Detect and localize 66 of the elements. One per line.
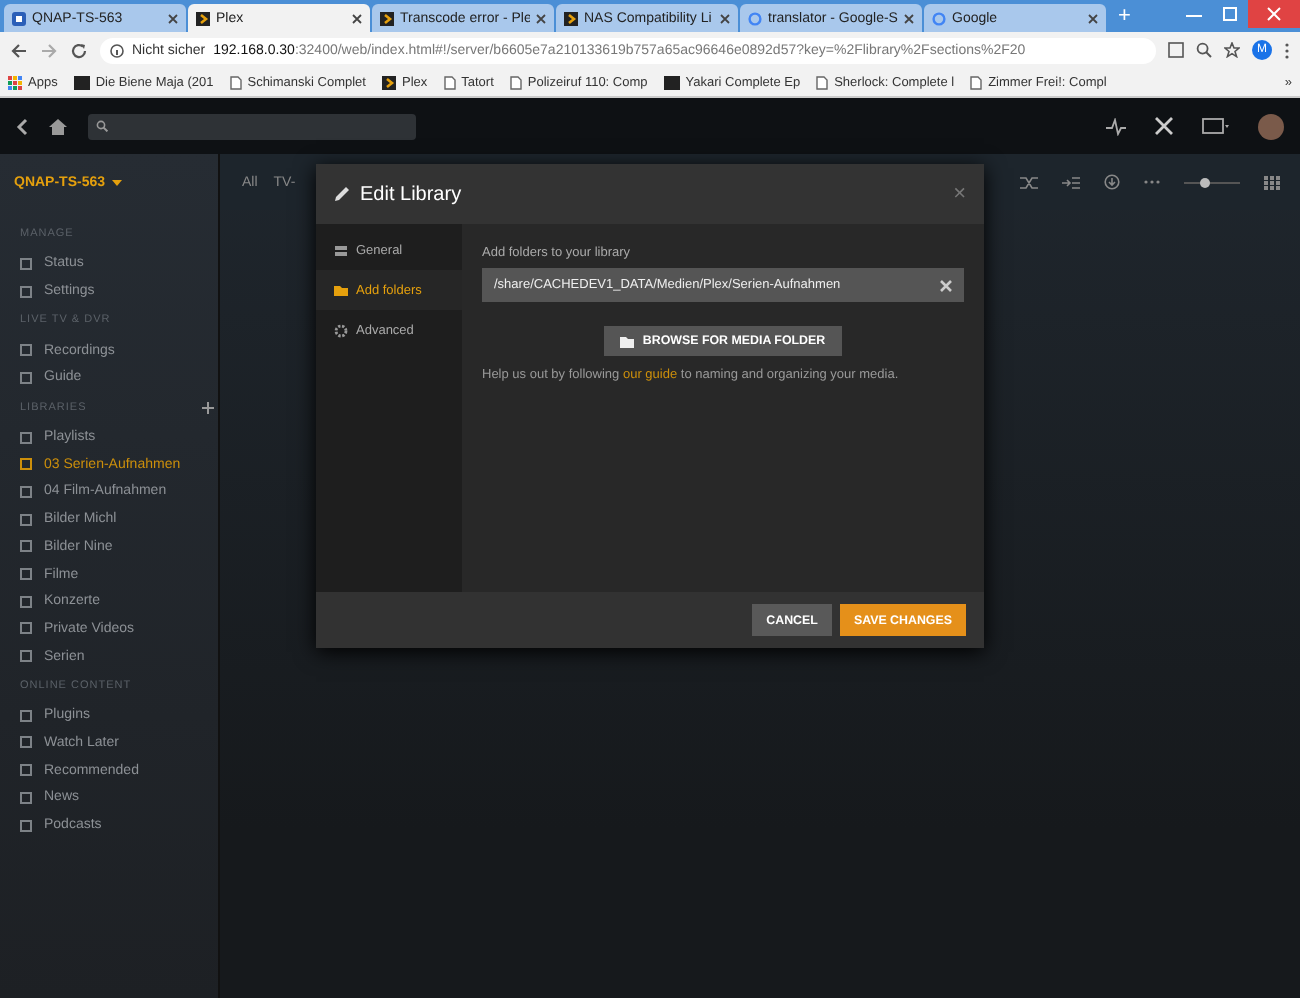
google-g-icon	[932, 11, 946, 25]
google-g-icon	[748, 11, 762, 25]
clear-icon[interactable]	[940, 279, 952, 291]
home-icon[interactable]	[48, 117, 68, 135]
avatar[interactable]	[1258, 113, 1284, 139]
square-icon	[20, 513, 32, 526]
page-icon	[816, 75, 829, 89]
close-button[interactable]: ×	[953, 182, 966, 206]
square-icon	[20, 485, 32, 498]
server-icon	[334, 243, 348, 257]
chevron-icon	[380, 11, 394, 25]
menu-icon[interactable]	[1284, 41, 1290, 59]
info-icon	[110, 43, 124, 57]
new-tab-button[interactable]: +	[1118, 4, 1131, 28]
apps-grid-icon	[8, 75, 22, 89]
square-icon	[20, 791, 32, 804]
square-icon	[20, 819, 32, 832]
square-icon	[12, 11, 26, 25]
plus-icon[interactable]	[202, 401, 215, 414]
square-icon	[20, 285, 32, 298]
shuffle-icon[interactable]	[1020, 175, 1038, 189]
download-icon[interactable]	[1104, 174, 1120, 190]
square-icon	[20, 595, 32, 608]
close-icon	[1088, 13, 1098, 23]
close-icon	[352, 13, 362, 23]
close-icon	[904, 13, 914, 23]
chevron-icon	[564, 11, 578, 25]
chevron-icon	[381, 75, 396, 89]
folder-icon	[334, 283, 348, 297]
square-icon	[20, 709, 32, 722]
folder-icon	[620, 335, 635, 347]
square-icon	[20, 371, 32, 384]
square-icon	[20, 344, 32, 357]
page-icon	[970, 75, 983, 89]
grid-view-icon[interactable]	[1264, 175, 1280, 189]
square-icon	[20, 568, 32, 581]
square-icon	[20, 458, 32, 471]
reload-icon[interactable]	[70, 41, 88, 59]
pencil-icon	[334, 186, 350, 202]
square-icon	[20, 736, 32, 749]
page-icon	[443, 75, 456, 89]
search-field[interactable]	[88, 113, 416, 139]
page-icon	[509, 75, 522, 89]
add-to-queue-icon[interactable]	[1062, 175, 1080, 189]
dialog-title: Edit Library	[360, 183, 462, 205]
square-icon	[20, 540, 32, 553]
gear-icon	[334, 323, 348, 337]
back-chevron-icon[interactable]	[16, 117, 28, 135]
caret-icon	[111, 179, 122, 185]
square-icon	[20, 622, 32, 635]
close-icon[interactable]	[1248, 0, 1300, 28]
page-icon	[229, 75, 242, 89]
square-icon	[20, 257, 32, 270]
close-icon	[168, 13, 178, 23]
search-icon	[96, 120, 108, 132]
close-icon	[720, 13, 730, 23]
back-arrow-icon[interactable]	[10, 41, 28, 59]
square-icon	[20, 764, 32, 777]
activity-icon[interactable]	[1106, 117, 1126, 135]
chevron-icon	[196, 11, 210, 25]
star-icon[interactable]	[1224, 42, 1240, 58]
zoom-icon[interactable]	[1196, 42, 1212, 58]
cast-icon[interactable]	[1202, 117, 1230, 135]
square-icon	[20, 431, 32, 444]
close-icon	[536, 13, 546, 23]
square-icon	[20, 650, 32, 663]
